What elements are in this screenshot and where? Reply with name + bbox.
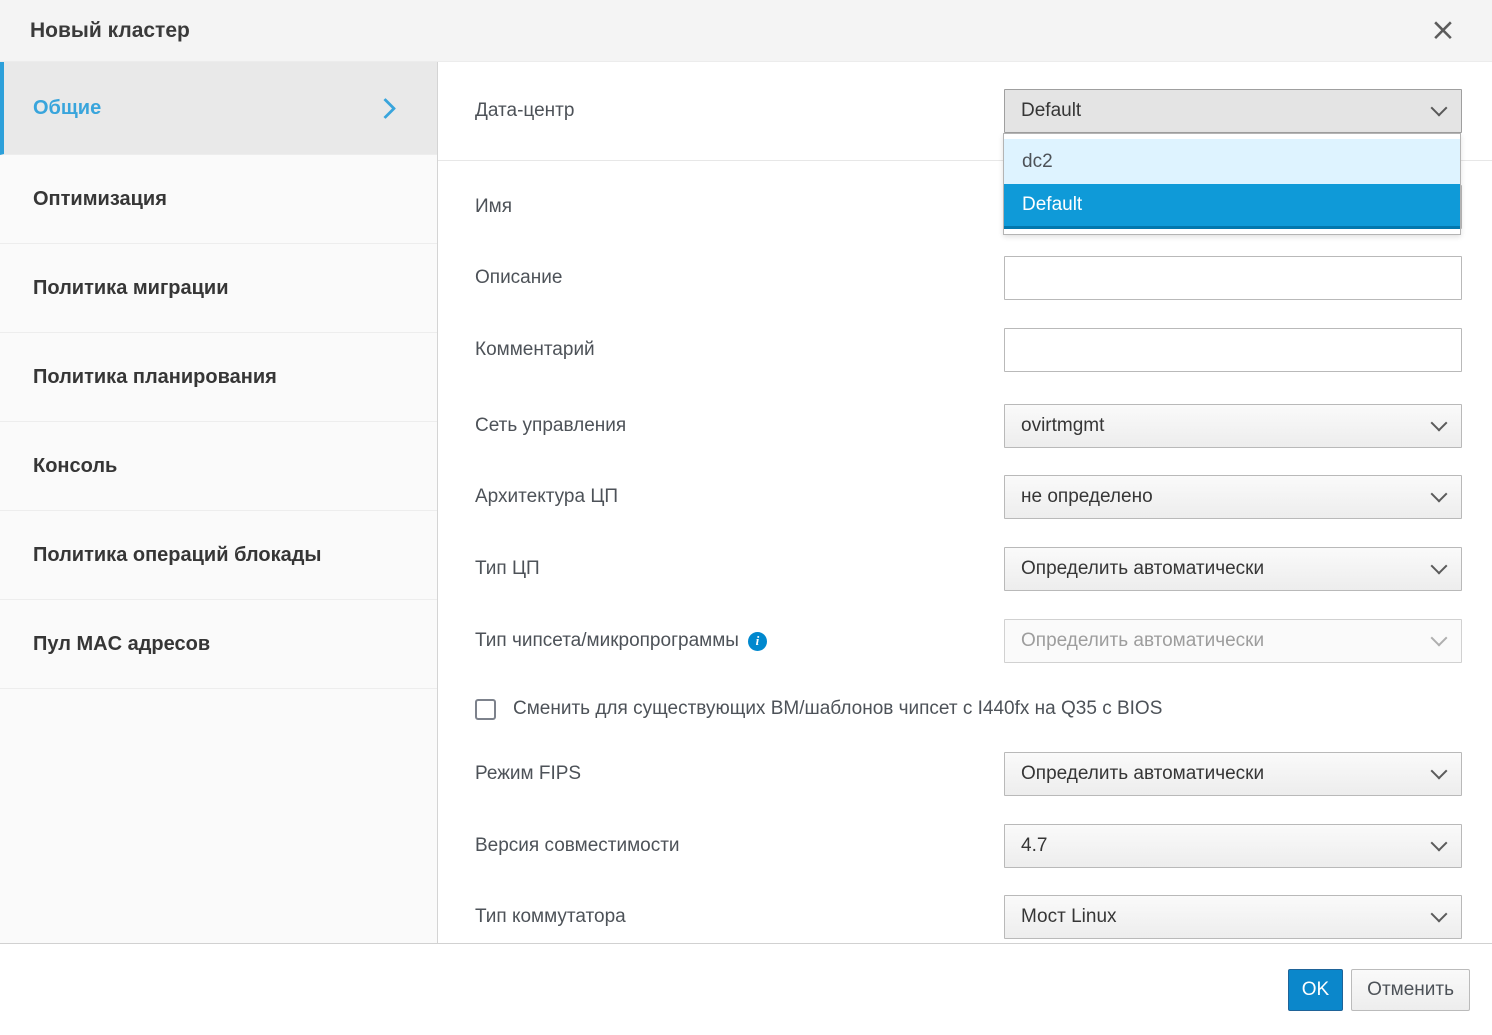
compat-version-select-value: 4.7: [1021, 835, 1047, 857]
sidebar-item-label: Политика планирования: [33, 366, 407, 389]
dropdown-option-default[interactable]: Default: [1004, 184, 1460, 229]
cpu-type-select[interactable]: Определить автоматически: [1004, 547, 1462, 591]
switch-type-select[interactable]: Мост Linux: [1004, 895, 1462, 939]
datacenter-row: Дата-центр Default: [475, 89, 1462, 133]
dialog-body: Общие Оптимизация Политика миграции Поли…: [0, 62, 1492, 943]
cpu-type-row: Тип ЦП Определить автоматически: [475, 547, 1462, 591]
fips-label: Режим FIPS: [475, 763, 1004, 785]
chevron-down-icon: [1431, 486, 1448, 503]
compat-version-select[interactable]: 4.7: [1004, 824, 1462, 868]
mgmt-network-select[interactable]: ovirtmgmt: [1004, 404, 1462, 448]
sidebar-item-label: Оптимизация: [33, 188, 407, 211]
sidebar-item-optimization[interactable]: Оптимизация: [0, 155, 437, 244]
close-button[interactable]: ×: [1430, 15, 1456, 46]
close-icon: ×: [1430, 12, 1456, 48]
switch-type-label: Тип коммутатора: [475, 906, 1004, 928]
sidebar-item-migration-policy[interactable]: Политика миграции: [0, 244, 437, 333]
datacenter-select[interactable]: Default: [1004, 89, 1462, 133]
cpu-type-label: Тип ЦП: [475, 558, 1004, 580]
mgmt-network-select-value: ovirtmgmt: [1021, 415, 1104, 437]
chevron-down-icon: [1431, 630, 1448, 647]
description-row: Описание: [475, 256, 1462, 300]
chipset-select-value: Определить автоматически: [1021, 630, 1264, 652]
sidebar-item-scheduling-policy[interactable]: Политика планирования: [0, 333, 437, 422]
cpu-type-select-value: Определить автоматически: [1021, 558, 1264, 580]
sidebar: Общие Оптимизация Политика миграции Поли…: [0, 62, 438, 943]
sidebar-item-console[interactable]: Консоль: [0, 422, 437, 511]
compat-version-label: Версия совместимости: [475, 835, 1004, 857]
sidebar-item-label: Политика операций блокады: [33, 544, 407, 567]
comment-input[interactable]: [1004, 328, 1462, 372]
new-cluster-dialog: Новый кластер × Общие Оптимизация Полити…: [0, 0, 1492, 1035]
chipset-label: Тип чипсета/микропрограммы i: [475, 630, 1004, 652]
chevron-down-icon: [1431, 558, 1448, 575]
chevron-down-icon: [1431, 415, 1448, 432]
sidebar-item-label: Общие: [33, 97, 378, 120]
chevron-down-icon: [1431, 100, 1448, 117]
general-form: Дата-центр Default Имя Описание Коммента…: [438, 62, 1492, 943]
chevron-down-icon: [1431, 835, 1448, 852]
chipset-row: Тип чипсета/микропрограммы i Определить …: [475, 619, 1462, 663]
chipset-change-row: Сменить для существующих ВМ/шаблонов чип…: [475, 698, 1462, 720]
dropdown-option-dc2[interactable]: dc2: [1004, 139, 1460, 184]
datacenter-select-value: Default: [1021, 100, 1081, 122]
datacenter-label: Дата-центр: [475, 100, 1004, 122]
cpu-arch-label: Архитектура ЦП: [475, 486, 1004, 508]
cpu-arch-select[interactable]: не определено: [1004, 475, 1462, 519]
datacenter-dropdown-menu: dc2 Default: [1003, 133, 1461, 235]
mgmt-network-row: Сеть управления ovirtmgmt: [475, 404, 1462, 448]
cpu-arch-select-value: не определено: [1021, 486, 1153, 508]
sidebar-item-label: Пул MAC адресов: [33, 633, 407, 656]
cpu-arch-row: Архитектура ЦП не определено: [475, 475, 1462, 519]
comment-row: Комментарий: [475, 328, 1462, 372]
switch-type-select-value: Мост Linux: [1021, 906, 1117, 928]
chipset-change-checkbox[interactable]: [475, 699, 496, 720]
fips-row: Режим FIPS Определить автоматически: [475, 752, 1462, 796]
compat-version-row: Версия совместимости 4.7: [475, 824, 1462, 868]
dialog-title: Новый кластер: [30, 19, 1430, 43]
ok-button[interactable]: OK: [1288, 969, 1343, 1011]
chipset-change-label: Сменить для существующих ВМ/шаблонов чип…: [513, 698, 1162, 720]
chipset-label-text: Тип чипсета/микропрограммы: [475, 630, 739, 652]
chevron-down-icon: [1431, 763, 1448, 780]
fips-select[interactable]: Определить автоматически: [1004, 752, 1462, 796]
comment-label: Комментарий: [475, 339, 1004, 361]
fips-select-value: Определить автоматически: [1021, 763, 1264, 785]
info-icon[interactable]: i: [748, 632, 767, 651]
chevron-down-icon: [1431, 906, 1448, 923]
sidebar-item-general[interactable]: Общие: [0, 62, 437, 155]
description-label: Описание: [475, 267, 1004, 289]
chevron-right-icon: [375, 97, 396, 118]
description-input[interactable]: [1004, 256, 1462, 300]
sidebar-item-label: Консоль: [33, 455, 407, 478]
cancel-button[interactable]: Отменить: [1351, 969, 1470, 1011]
switch-type-row: Тип коммутатора Мост Linux: [475, 895, 1462, 939]
mgmt-network-label: Сеть управления: [475, 415, 1004, 437]
name-label: Имя: [475, 196, 1004, 218]
dialog-header: Новый кластер ×: [0, 0, 1492, 62]
dialog-footer: OK Отменить: [0, 943, 1492, 1035]
sidebar-item-label: Политика миграции: [33, 277, 407, 300]
sidebar-item-mac-pool[interactable]: Пул MAC адресов: [0, 600, 437, 689]
chipset-select: Определить автоматически: [1004, 619, 1462, 663]
sidebar-item-fencing-policy[interactable]: Политика операций блокады: [0, 511, 437, 600]
